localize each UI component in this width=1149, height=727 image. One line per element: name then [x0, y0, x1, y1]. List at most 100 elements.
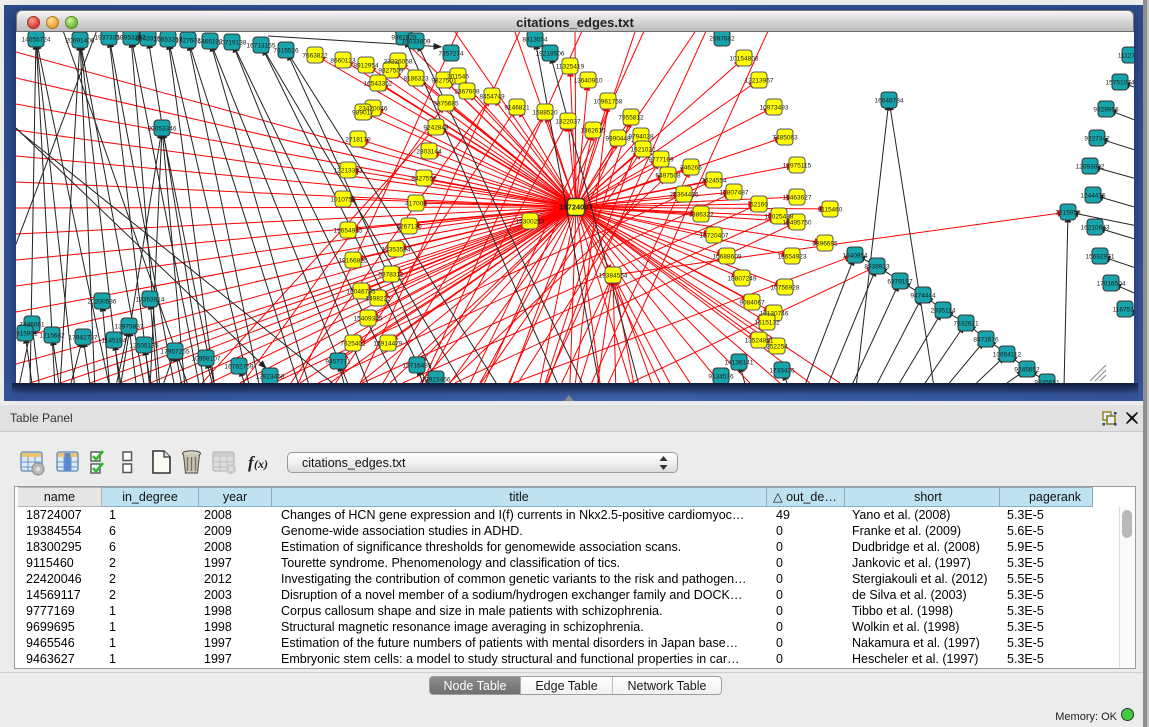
svg-text:19384554: 19384554	[599, 273, 628, 280]
svg-text:417006: 417006	[405, 201, 427, 208]
svg-text:1145194: 1145194	[102, 338, 127, 345]
svg-text:10958107: 10958107	[192, 356, 221, 363]
svg-text:201546: 201546	[447, 74, 469, 81]
svg-text:8427552: 8427552	[411, 176, 437, 183]
svg-text:3875685: 3875685	[433, 101, 459, 108]
svg-text:15692971: 15692971	[1086, 254, 1115, 261]
svg-text:20364436: 20364436	[670, 192, 699, 199]
svg-text:10154808: 10154808	[730, 56, 759, 63]
svg-text:16543362: 16543362	[364, 81, 393, 88]
svg-text:1615132: 1615132	[754, 320, 780, 327]
svg-text:12093822: 12093822	[1076, 164, 1105, 171]
svg-text:9242848: 9242848	[423, 125, 449, 132]
svg-text:8938923: 8938923	[864, 264, 890, 271]
svg-text:13640910: 13640910	[574, 78, 603, 85]
svg-text:20053346: 20053346	[148, 126, 177, 133]
svg-text:6896695: 6896695	[812, 241, 838, 248]
svg-text:(x): (x)	[254, 457, 268, 471]
svg-text:3267130: 3267130	[396, 224, 422, 231]
svg-text:2087682: 2087682	[709, 36, 735, 43]
svg-text:1588520: 1588520	[532, 110, 558, 117]
svg-text:8471676: 8471676	[973, 337, 999, 344]
svg-text:9457771: 9457771	[325, 359, 351, 366]
svg-text:10756928: 10756928	[771, 285, 800, 292]
svg-text:15716485: 15716485	[403, 363, 432, 370]
svg-text:746266: 746266	[680, 165, 702, 172]
svg-text:7357274: 7357274	[438, 51, 464, 58]
svg-text:9084067: 9084067	[739, 300, 765, 307]
svg-text:2367608: 2367608	[454, 89, 480, 96]
svg-text:16210643: 16210643	[1081, 225, 1110, 232]
svg-text:9777169: 9777169	[648, 157, 674, 164]
svg-text:1010753: 1010753	[330, 197, 356, 204]
svg-text:16046785: 16046785	[347, 289, 376, 296]
svg-text:1733426: 1733426	[769, 368, 795, 375]
svg-text:3624554: 3624554	[701, 178, 727, 185]
svg-text:7515526: 7515526	[273, 48, 299, 55]
svg-text:8660123: 8660123	[330, 58, 356, 65]
svg-text:20691406: 20691406	[66, 38, 95, 45]
svg-text:18724007: 18724007	[559, 203, 592, 212]
svg-text:16713155: 16713155	[247, 43, 276, 50]
svg-text:6497508: 6497508	[655, 173, 681, 180]
svg-text:16120746: 16120746	[760, 311, 789, 318]
svg-text:10961758: 10961758	[594, 99, 623, 106]
svg-text:17942737: 17942737	[69, 335, 98, 342]
svg-text:1215682: 1215682	[39, 333, 65, 340]
svg-text:17957255: 17957255	[161, 349, 190, 356]
svg-text:16495750: 16495750	[783, 220, 812, 227]
svg-text:10654112: 10654112	[993, 352, 1022, 359]
svg-text:18807249: 18807249	[728, 276, 757, 283]
svg-text:17353914: 17353914	[136, 297, 165, 304]
svg-text:14136141: 14136141	[725, 360, 754, 367]
svg-text:1322037: 1322037	[555, 119, 581, 126]
svg-text:7663822: 7663822	[302, 53, 328, 60]
svg-text:19654915: 19654915	[334, 228, 363, 235]
svg-text:12975115: 12975115	[783, 163, 812, 170]
svg-text:62160: 62160	[750, 202, 768, 209]
svg-text:7485063: 7485063	[772, 135, 798, 142]
svg-text:16033809: 16033809	[402, 39, 431, 46]
svg-text:6379197: 6379197	[887, 279, 913, 286]
svg-text:2803144: 2803144	[416, 149, 442, 156]
svg-text:9990448: 9990448	[605, 136, 631, 143]
svg-text:3915901: 3915901	[16, 331, 38, 338]
svg-text:17016504: 17016504	[1097, 281, 1126, 288]
svg-text:16648784: 16648784	[875, 98, 904, 105]
svg-text:9115460: 9115460	[818, 207, 843, 214]
svg-text:7955812: 7955812	[618, 115, 644, 122]
svg-text:12213363: 12213363	[334, 168, 363, 175]
svg-text:1362615: 1362615	[580, 128, 606, 135]
svg-text:7625402: 7625402	[340, 341, 366, 348]
svg-text:7435061: 7435061	[19, 322, 45, 329]
svg-text:18463627: 18463627	[783, 195, 812, 202]
svg-text:12505135: 12505135	[130, 343, 159, 350]
svg-text:9227342: 9227342	[1084, 136, 1110, 143]
svg-text:1112704: 1112704	[1118, 53, 1134, 60]
svg-text:1167533: 1167533	[1113, 307, 1134, 314]
svg-text:3215958: 3215958	[1055, 210, 1081, 217]
svg-text:9474444: 9474444	[910, 293, 936, 300]
svg-text:9134576: 9134576	[708, 374, 734, 381]
svg-text:13975887: 13975887	[115, 324, 144, 331]
svg-text:1621022: 1621022	[630, 147, 656, 154]
svg-text:1498222: 1498222	[365, 296, 391, 303]
svg-text:7386322: 7386322	[688, 212, 714, 219]
svg-text:11325419: 11325419	[556, 64, 585, 71]
svg-text:19166825: 19166825	[339, 258, 368, 265]
svg-text:8912954: 8912954	[353, 63, 379, 70]
svg-text:9327509: 9327509	[378, 68, 404, 75]
svg-text:15409345: 15409345	[354, 316, 383, 323]
svg-text:14055724: 14055724	[22, 37, 51, 44]
svg-text:8454749: 8454749	[479, 94, 505, 101]
svg-text:12213967: 12213967	[745, 78, 774, 85]
svg-text:8186323: 8186323	[403, 76, 429, 83]
svg-text:16914479: 16914479	[374, 341, 403, 348]
svg-text:9794028: 9794028	[628, 134, 654, 141]
svg-text:15720407: 15720407	[700, 233, 729, 240]
svg-text:20200536: 20200536	[88, 299, 117, 306]
svg-text:9146821: 9146821	[504, 105, 530, 112]
svg-text:9329966: 9329966	[1093, 107, 1119, 114]
svg-text:10688609: 10688609	[713, 254, 742, 261]
svg-text:16782759: 16782759	[225, 364, 254, 371]
